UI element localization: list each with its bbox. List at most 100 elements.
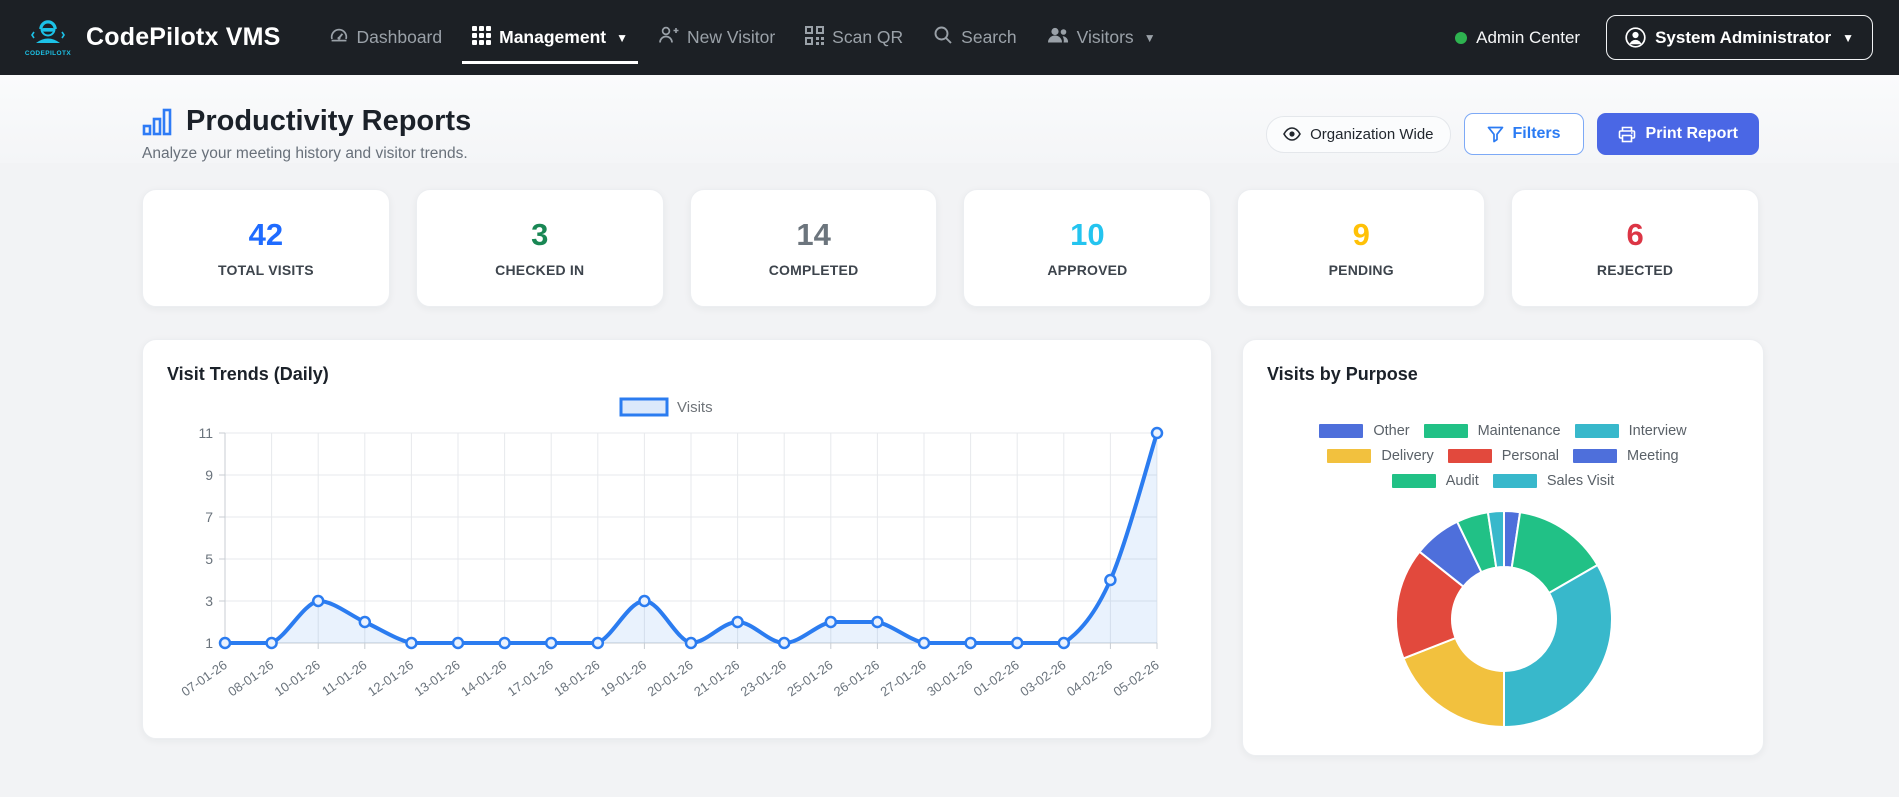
legend-label: Sales Visit bbox=[1546, 473, 1615, 489]
nav-item-scan-qr[interactable]: Scan QR bbox=[793, 0, 915, 75]
speedometer-icon bbox=[329, 25, 349, 50]
svg-text:7: 7 bbox=[205, 509, 213, 525]
svg-text:25-01-26: 25-01-26 bbox=[784, 657, 835, 699]
legend-row: Audit Sales Visit bbox=[1267, 473, 1739, 489]
svg-text:11-01-26: 11-01-26 bbox=[319, 657, 369, 699]
stat-label: CHECKED IN bbox=[495, 261, 585, 278]
legend-swatch bbox=[1423, 424, 1468, 438]
legend-label: Maintenance bbox=[1477, 423, 1561, 439]
chevron-down-icon: ▼ bbox=[1143, 30, 1156, 45]
svg-text:26-01-26: 26-01-26 bbox=[831, 657, 882, 699]
svg-text:01-02-26: 01-02-26 bbox=[971, 657, 1022, 699]
svg-text:23-01-26: 23-01-26 bbox=[738, 657, 789, 699]
legend-item-delivery[interactable]: Delivery bbox=[1327, 448, 1434, 464]
stat-card-pending: 9 PENDING bbox=[1237, 189, 1486, 307]
legend-label: Personal bbox=[1501, 448, 1559, 464]
navbar-right: Admin Center System Administrator ▼ bbox=[1455, 15, 1873, 60]
svg-text:27-01-26: 27-01-26 bbox=[877, 657, 928, 699]
legend-item-other[interactable]: Other bbox=[1319, 423, 1410, 439]
qr-code-icon bbox=[805, 25, 825, 50]
legend-swatch bbox=[1574, 424, 1619, 438]
purpose-donut-chart[interactable] bbox=[1267, 499, 1741, 741]
svg-text:12-01-26: 12-01-26 bbox=[365, 657, 416, 699]
print-report-button[interactable]: Print Report bbox=[1596, 113, 1759, 155]
online-status-dot bbox=[1455, 31, 1468, 44]
purpose-legend: Other Maintenance Interview Delivery Persona… bbox=[1267, 423, 1739, 489]
stat-value: 9 bbox=[1352, 216, 1370, 252]
svg-text:30-01-26: 30-01-26 bbox=[924, 657, 975, 699]
stat-value: 42 bbox=[248, 216, 284, 252]
svg-text:3: 3 bbox=[205, 593, 213, 609]
svg-text:1: 1 bbox=[205, 635, 213, 651]
svg-text:08-01-26: 08-01-26 bbox=[225, 657, 276, 699]
legend-label: Delivery bbox=[1381, 448, 1434, 464]
legend-label: Audit bbox=[1445, 473, 1479, 489]
legend-label: Interview bbox=[1628, 423, 1687, 439]
legend-swatch bbox=[1447, 449, 1492, 463]
charts-row: Visit Trends (Daily) Visits 1 3 5 7 9 11 07-01-… bbox=[142, 339, 1764, 756]
codepilotx-logo-icon: CODEPILOTX bbox=[22, 19, 74, 57]
stats-row: 42 TOTAL VISITS 3 CHECKED IN 14 COMPLETE… bbox=[142, 189, 1759, 307]
legend-item-meeting[interactable]: Meeting bbox=[1573, 448, 1679, 464]
svg-text:17-01-26: 17-01-26 bbox=[505, 657, 556, 699]
svg-text:9: 9 bbox=[205, 467, 213, 483]
person-plus-icon bbox=[658, 25, 679, 50]
svg-text:13-01-26: 13-01-26 bbox=[411, 657, 462, 699]
chevron-down-icon: ▼ bbox=[616, 30, 628, 45]
user-menu-label: System Administrator bbox=[1655, 27, 1832, 47]
legend-item-sales-visit[interactable]: Sales Visit bbox=[1492, 473, 1615, 489]
svg-text:19-01-26: 19-01-26 bbox=[598, 657, 649, 699]
page-title: Productivity Reports bbox=[142, 105, 471, 138]
legend-swatch bbox=[1391, 474, 1436, 488]
visit-trends-line-chart[interactable]: Visits 1 3 5 7 9 11 07-01-2608-01-2610-01-2611-… bbox=[167, 391, 1187, 727]
visit-trends-title: Visit Trends (Daily) bbox=[167, 364, 329, 384]
legend-swatch bbox=[1319, 424, 1364, 438]
brand-title: CodePilotx VMS bbox=[86, 23, 281, 51]
legend-item-audit[interactable]: Audit bbox=[1391, 473, 1479, 489]
visit-trends-card: Visit Trends (Daily) Visits 1 3 5 7 9 11 07-01-… bbox=[142, 339, 1212, 739]
stat-value: 6 bbox=[1626, 216, 1644, 252]
svg-text:20-01-26: 20-01-26 bbox=[644, 657, 695, 699]
nav-item-visitors[interactable]: Visitors ▼ bbox=[1035, 0, 1168, 75]
legend-swatch bbox=[1327, 449, 1372, 463]
nav-item-management[interactable]: Management ▼ bbox=[460, 0, 640, 75]
stat-value: 10 bbox=[1070, 216, 1105, 252]
svg-text:21-01-26: 21-01-26 bbox=[691, 657, 742, 699]
nav-item-new-visitor[interactable]: New Visitor bbox=[646, 0, 787, 75]
grid-icon bbox=[472, 25, 492, 50]
organization-wide-badge[interactable]: Organization Wide bbox=[1266, 115, 1451, 153]
nav-item-dashboard[interactable]: Dashboard bbox=[317, 0, 455, 75]
svg-text:05-02-26: 05-02-26 bbox=[1110, 657, 1161, 699]
top-navbar: CODEPILOTX CodePilotx VMS Dashboard Mana… bbox=[0, 0, 1899, 75]
stat-label: REJECTED bbox=[1596, 261, 1674, 278]
stat-label: PENDING bbox=[1328, 261, 1394, 278]
person-circle-icon bbox=[1625, 27, 1646, 48]
visits-by-purpose-card: Visits by Purpose Other Maintenance Interv… bbox=[1242, 339, 1764, 756]
svg-text:04-02-26: 04-02-26 bbox=[1064, 657, 1115, 699]
legend-item-interview[interactable]: Interview bbox=[1574, 423, 1687, 439]
svg-text:Visits: Visits bbox=[677, 399, 713, 416]
legend-label: Other bbox=[1373, 423, 1410, 439]
user-menu-button[interactable]: System Administrator ▼ bbox=[1606, 15, 1873, 60]
stat-label: COMPLETED bbox=[768, 261, 859, 278]
nav-item-search[interactable]: Search bbox=[921, 0, 1028, 75]
legend-row: Delivery Personal Meeting bbox=[1267, 448, 1739, 464]
stat-card-approved: 10 APPROVED bbox=[963, 189, 1212, 307]
donut-slice-interview[interactable] bbox=[1503, 563, 1613, 729]
bar-chart-icon bbox=[142, 107, 174, 137]
people-icon bbox=[1047, 26, 1069, 50]
printer-icon bbox=[1618, 126, 1636, 143]
legend-label: Meeting bbox=[1627, 448, 1679, 464]
brand[interactable]: CODEPILOTX CodePilotx VMS bbox=[22, 19, 281, 57]
stat-card-rejected: 6 REJECTED bbox=[1511, 189, 1759, 307]
logo-caption: CODEPILOTX bbox=[24, 49, 72, 57]
stat-value: 14 bbox=[796, 216, 831, 252]
legend-item-maintenance[interactable]: Maintenance bbox=[1423, 423, 1561, 439]
visits-by-purpose-title: Visits by Purpose bbox=[1267, 364, 1418, 384]
filters-button[interactable]: Filters bbox=[1463, 113, 1584, 155]
page-header: Productivity Reports Analyze your meetin… bbox=[0, 75, 1899, 163]
legend-item-personal[interactable]: Personal bbox=[1447, 448, 1559, 464]
search-icon bbox=[933, 25, 953, 50]
svg-text:14-01-26: 14-01-26 bbox=[458, 657, 509, 699]
admin-center-status: Admin Center bbox=[1455, 28, 1580, 48]
